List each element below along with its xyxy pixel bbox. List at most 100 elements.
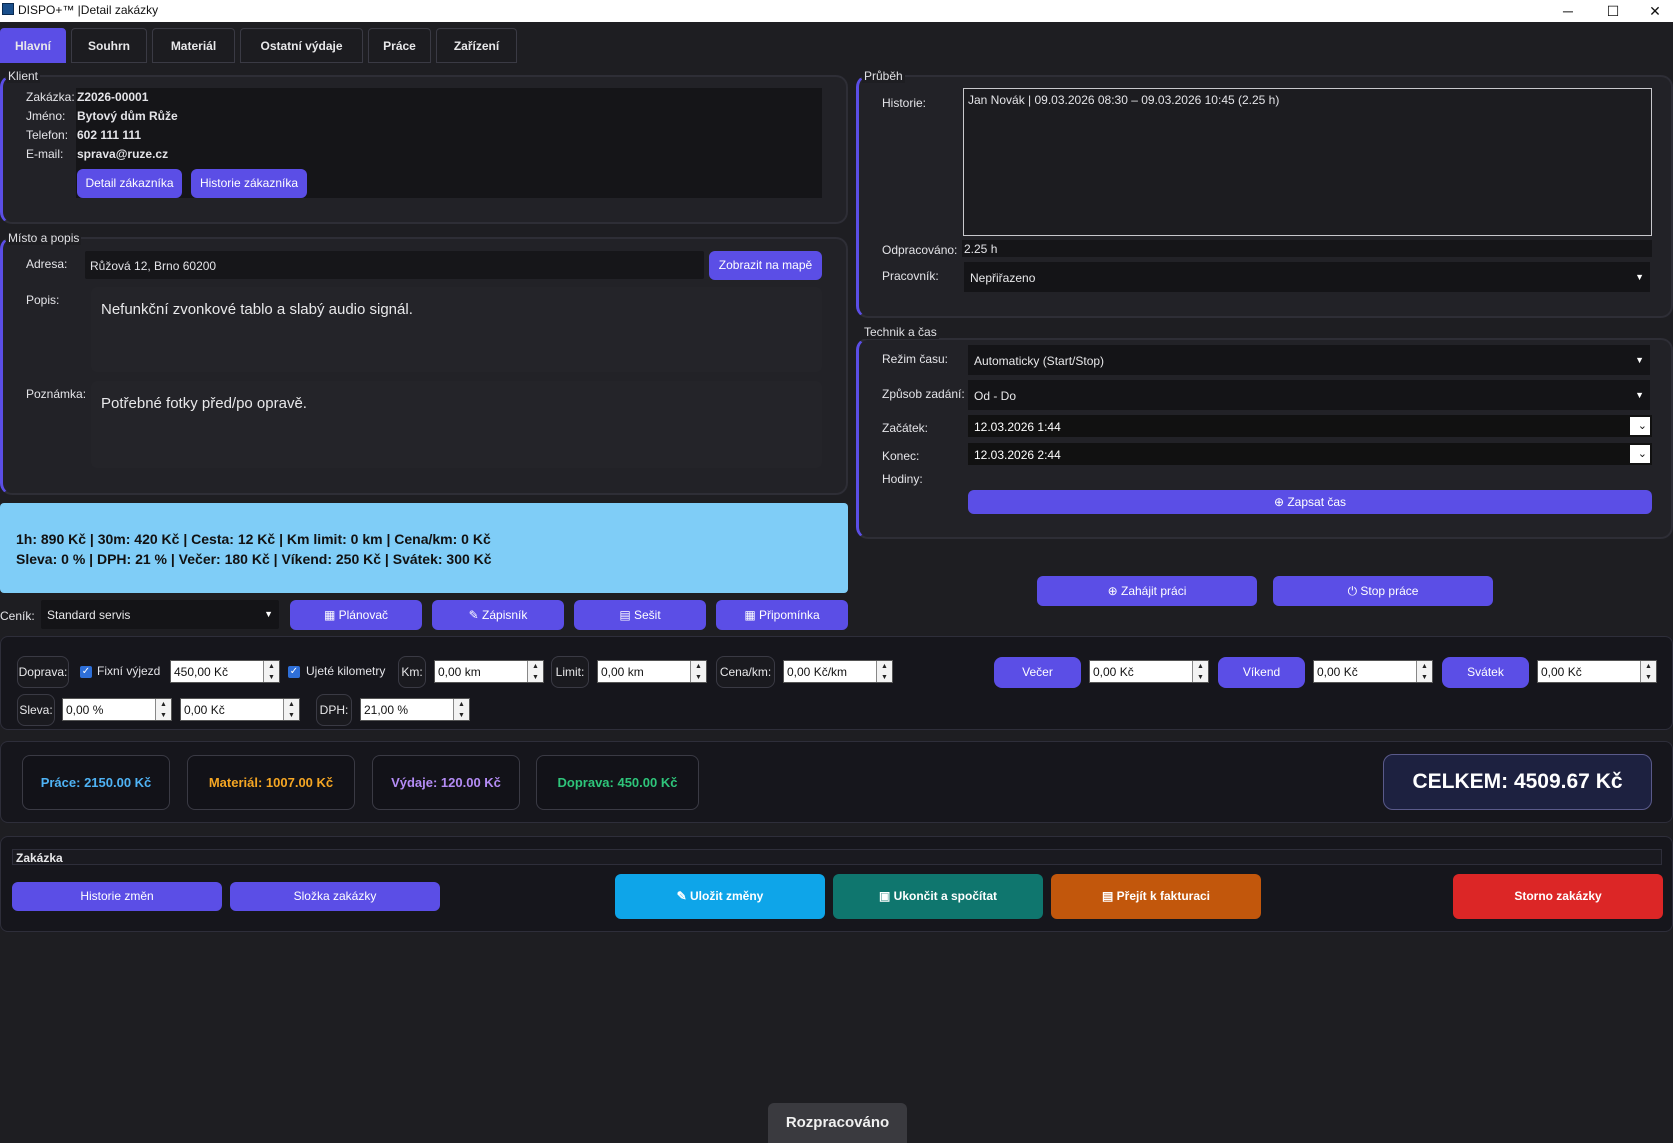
note-value: Potřebné fotky před/po opravě. (101, 395, 307, 412)
evening-button[interactable]: Večer (994, 657, 1081, 688)
fixed-trip-value: 450,00 Kč (174, 665, 229, 679)
history-entry[interactable]: Jan Novák | 09.03.2026 08:30 – 09.03.202… (968, 93, 1279, 107)
chevron-down-icon[interactable]: ⌄ (1638, 419, 1647, 432)
planner-button[interactable]: ▦ Plánovač (290, 600, 422, 630)
tab-prace[interactable]: Práce (368, 28, 431, 63)
email-label: E-mail: (26, 147, 64, 161)
evening-input[interactable]: 0,00 Kč ▲ ▼ (1089, 660, 1209, 683)
go-to-invoice-button[interactable]: ▤ Přejít k fakturaci (1051, 874, 1261, 919)
rates-line-1: 1h: 890 Kč | 30m: 420 Kč | Cesta: 12 Kč … (16, 531, 491, 547)
holiday-input[interactable]: 0,00 Kč ▲ ▼ (1537, 660, 1657, 683)
price-km-input[interactable]: 0,00 Kč/km ▲ ▼ (783, 660, 893, 683)
phone-label: Telefon: (26, 128, 69, 142)
file-edit-icon: ✎ (468, 608, 483, 622)
entry-mode-select[interactable]: Od - Do ▼ (968, 380, 1650, 410)
show-on-map-button[interactable]: Zobrazit na mapě (709, 251, 822, 280)
file-edit-icon: ✎ (676, 889, 691, 903)
vat-value: 21,00 % (364, 703, 409, 717)
tab-zarizeni[interactable]: Zařízení (436, 28, 517, 63)
start-datetime-input[interactable]: 12.03.2026 1:44 ⌄ (968, 415, 1652, 437)
km-checkbox[interactable]: ✓ (288, 666, 300, 678)
tab-hlavni[interactable]: Hlavní (0, 28, 66, 63)
spinner-arrows-icon[interactable]: ▲ ▼ (263, 661, 279, 682)
spinner-arrows-icon[interactable]: ▲ ▼ (1640, 661, 1656, 682)
name-label: Jméno: (26, 109, 66, 123)
rates-line-2: Sleva: 0 % | DPH: 21 % | Večer: 180 Kč |… (16, 551, 492, 567)
plus-circle-icon: ⊕ (1273, 495, 1288, 509)
description-textarea[interactable]: Nefunkční zvonkové tablo a slabý audio s… (91, 287, 822, 372)
client-info-panel (76, 88, 822, 198)
limit-input[interactable]: 0,00 km ▲ ▼ (597, 660, 707, 683)
fixed-trip-input[interactable]: 450,00 Kč ▲ ▼ (170, 660, 280, 683)
description-value: Nefunkční zvonkové tablo a slabý audio s… (101, 301, 413, 318)
email-value: sprava@ruze.cz (77, 147, 169, 161)
rates-info-panel: 1h: 890 Kč | 30m: 420 Kč | Cesta: 12 Kč … (0, 503, 848, 593)
pricelist-select[interactable]: Standard servis ▼ (41, 600, 279, 629)
description-label: Popis: (26, 293, 60, 307)
worker-label: Pracovník: (882, 269, 939, 283)
discount-pct-input[interactable]: 0,00 % ▲ ▼ (62, 698, 172, 721)
km-input[interactable]: 0,00 km ▲ ▼ (434, 660, 544, 683)
note-textarea[interactable]: Potřebné fotky před/po opravě. (91, 381, 822, 468)
holiday-button[interactable]: Svátek (1442, 657, 1529, 688)
order-folder-button[interactable]: Složka zakázky (230, 882, 440, 911)
weekend-input[interactable]: 0,00 Kč ▲ ▼ (1313, 660, 1433, 683)
customer-detail-button[interactable]: Detail zákazníka (77, 169, 182, 198)
discount-amount-value: 0,00 Kč (184, 703, 225, 717)
stop-work-button[interactable]: ⏻ Stop práce (1273, 576, 1493, 606)
history-list[interactable]: Jan Novák | 09.03.2026 08:30 – 09.03.202… (963, 88, 1652, 236)
km-value: 0,00 km (438, 665, 481, 679)
spinner-arrows-icon[interactable]: ▲ ▼ (283, 699, 299, 720)
vat-input[interactable]: 21,00 % ▲ ▼ (360, 698, 470, 721)
power-icon: ⏻ (1347, 584, 1361, 598)
vat-label: DPH: (316, 694, 352, 726)
weekend-value: 0,00 Kč (1317, 665, 1358, 679)
start-value-display: 12.03.2026 1:44 (974, 420, 1061, 434)
expenses-total: Výdaje: 120.00 Kč (372, 755, 520, 810)
spinner-arrows-icon[interactable]: ▲ ▼ (876, 661, 892, 682)
address-field[interactable]: Růžová 12, Brno 60200 (85, 251, 704, 279)
worker-select[interactable]: Nepřiřazeno ▼ (964, 262, 1650, 292)
client-group-label: Klient (6, 69, 41, 83)
tech-time-group-label: Technik a čas (862, 325, 939, 339)
time-mode-select[interactable]: Automaticky (Start/Stop) ▼ (968, 345, 1650, 375)
finish-calculate-button[interactable]: ▣ Ukončit a spočítat (833, 874, 1043, 919)
spinner-arrows-icon[interactable]: ▲ ▼ (1416, 661, 1432, 682)
maximize-icon[interactable]: ☐ (1593, 0, 1633, 22)
pricelist-label: Ceník: (0, 609, 35, 623)
record-time-button[interactable]: ⊕ Zapsat čas (968, 490, 1652, 514)
window-titlebar: DISPO+™ |Detail zakázky ─ ☐ ✕ (0, 0, 1673, 22)
customer-history-button[interactable]: Historie zákazníka (191, 169, 307, 198)
cancel-order-button[interactable]: Storno zakázky (1453, 874, 1663, 919)
tab-material[interactable]: Materiál (152, 28, 235, 63)
discount-amount-input[interactable]: 0,00 Kč ▲ ▼ (180, 698, 300, 721)
entry-mode-label: Způsob zadání: (882, 387, 965, 401)
spinner-arrows-icon[interactable]: ▲ ▼ (690, 661, 706, 682)
worked-value: 2.25 h (964, 242, 998, 256)
fixed-trip-checkbox[interactable]: ✓ (80, 666, 92, 678)
limit-value: 0,00 km (601, 665, 644, 679)
chevron-down-icon: ▼ (1635, 355, 1644, 365)
minimize-icon[interactable]: ─ (1548, 0, 1588, 22)
save-changes-button[interactable]: ✎ Uložit změny (615, 874, 825, 919)
calendar-icon: ▦ (323, 608, 339, 622)
notebook-button[interactable]: ✎ Zápisník (432, 600, 564, 630)
reminder-button[interactable]: ▦ Připomínka (716, 600, 848, 630)
spinner-arrows-icon[interactable]: ▲ ▼ (1192, 661, 1208, 682)
tab-ostatni-vydaje[interactable]: Ostatní výdaje (240, 28, 363, 63)
spinner-arrows-icon[interactable]: ▲ ▼ (453, 699, 469, 720)
spinner-arrows-icon[interactable]: ▲ ▼ (527, 661, 543, 682)
end-value: 12.03.2026 2:44 (974, 448, 1061, 462)
change-history-button[interactable]: Historie změn (12, 882, 222, 911)
progress-group-label: Průběh (862, 69, 905, 83)
planner-label: Plánovač (338, 608, 389, 622)
note-label: Poznámka: (26, 387, 87, 401)
end-label: Konec: (882, 449, 920, 463)
chevron-down-icon[interactable]: ⌄ (1638, 447, 1647, 460)
close-icon[interactable]: ✕ (1635, 0, 1673, 22)
spinner-arrows-icon[interactable]: ▲ ▼ (155, 699, 171, 720)
weekend-button[interactable]: Víkend (1218, 657, 1305, 688)
tab-souhrn[interactable]: Souhrn (71, 28, 147, 63)
workbook-button[interactable]: ▤ Sešit (574, 600, 706, 630)
start-work-button[interactable]: ⊕ Zahájit práci (1037, 576, 1257, 606)
